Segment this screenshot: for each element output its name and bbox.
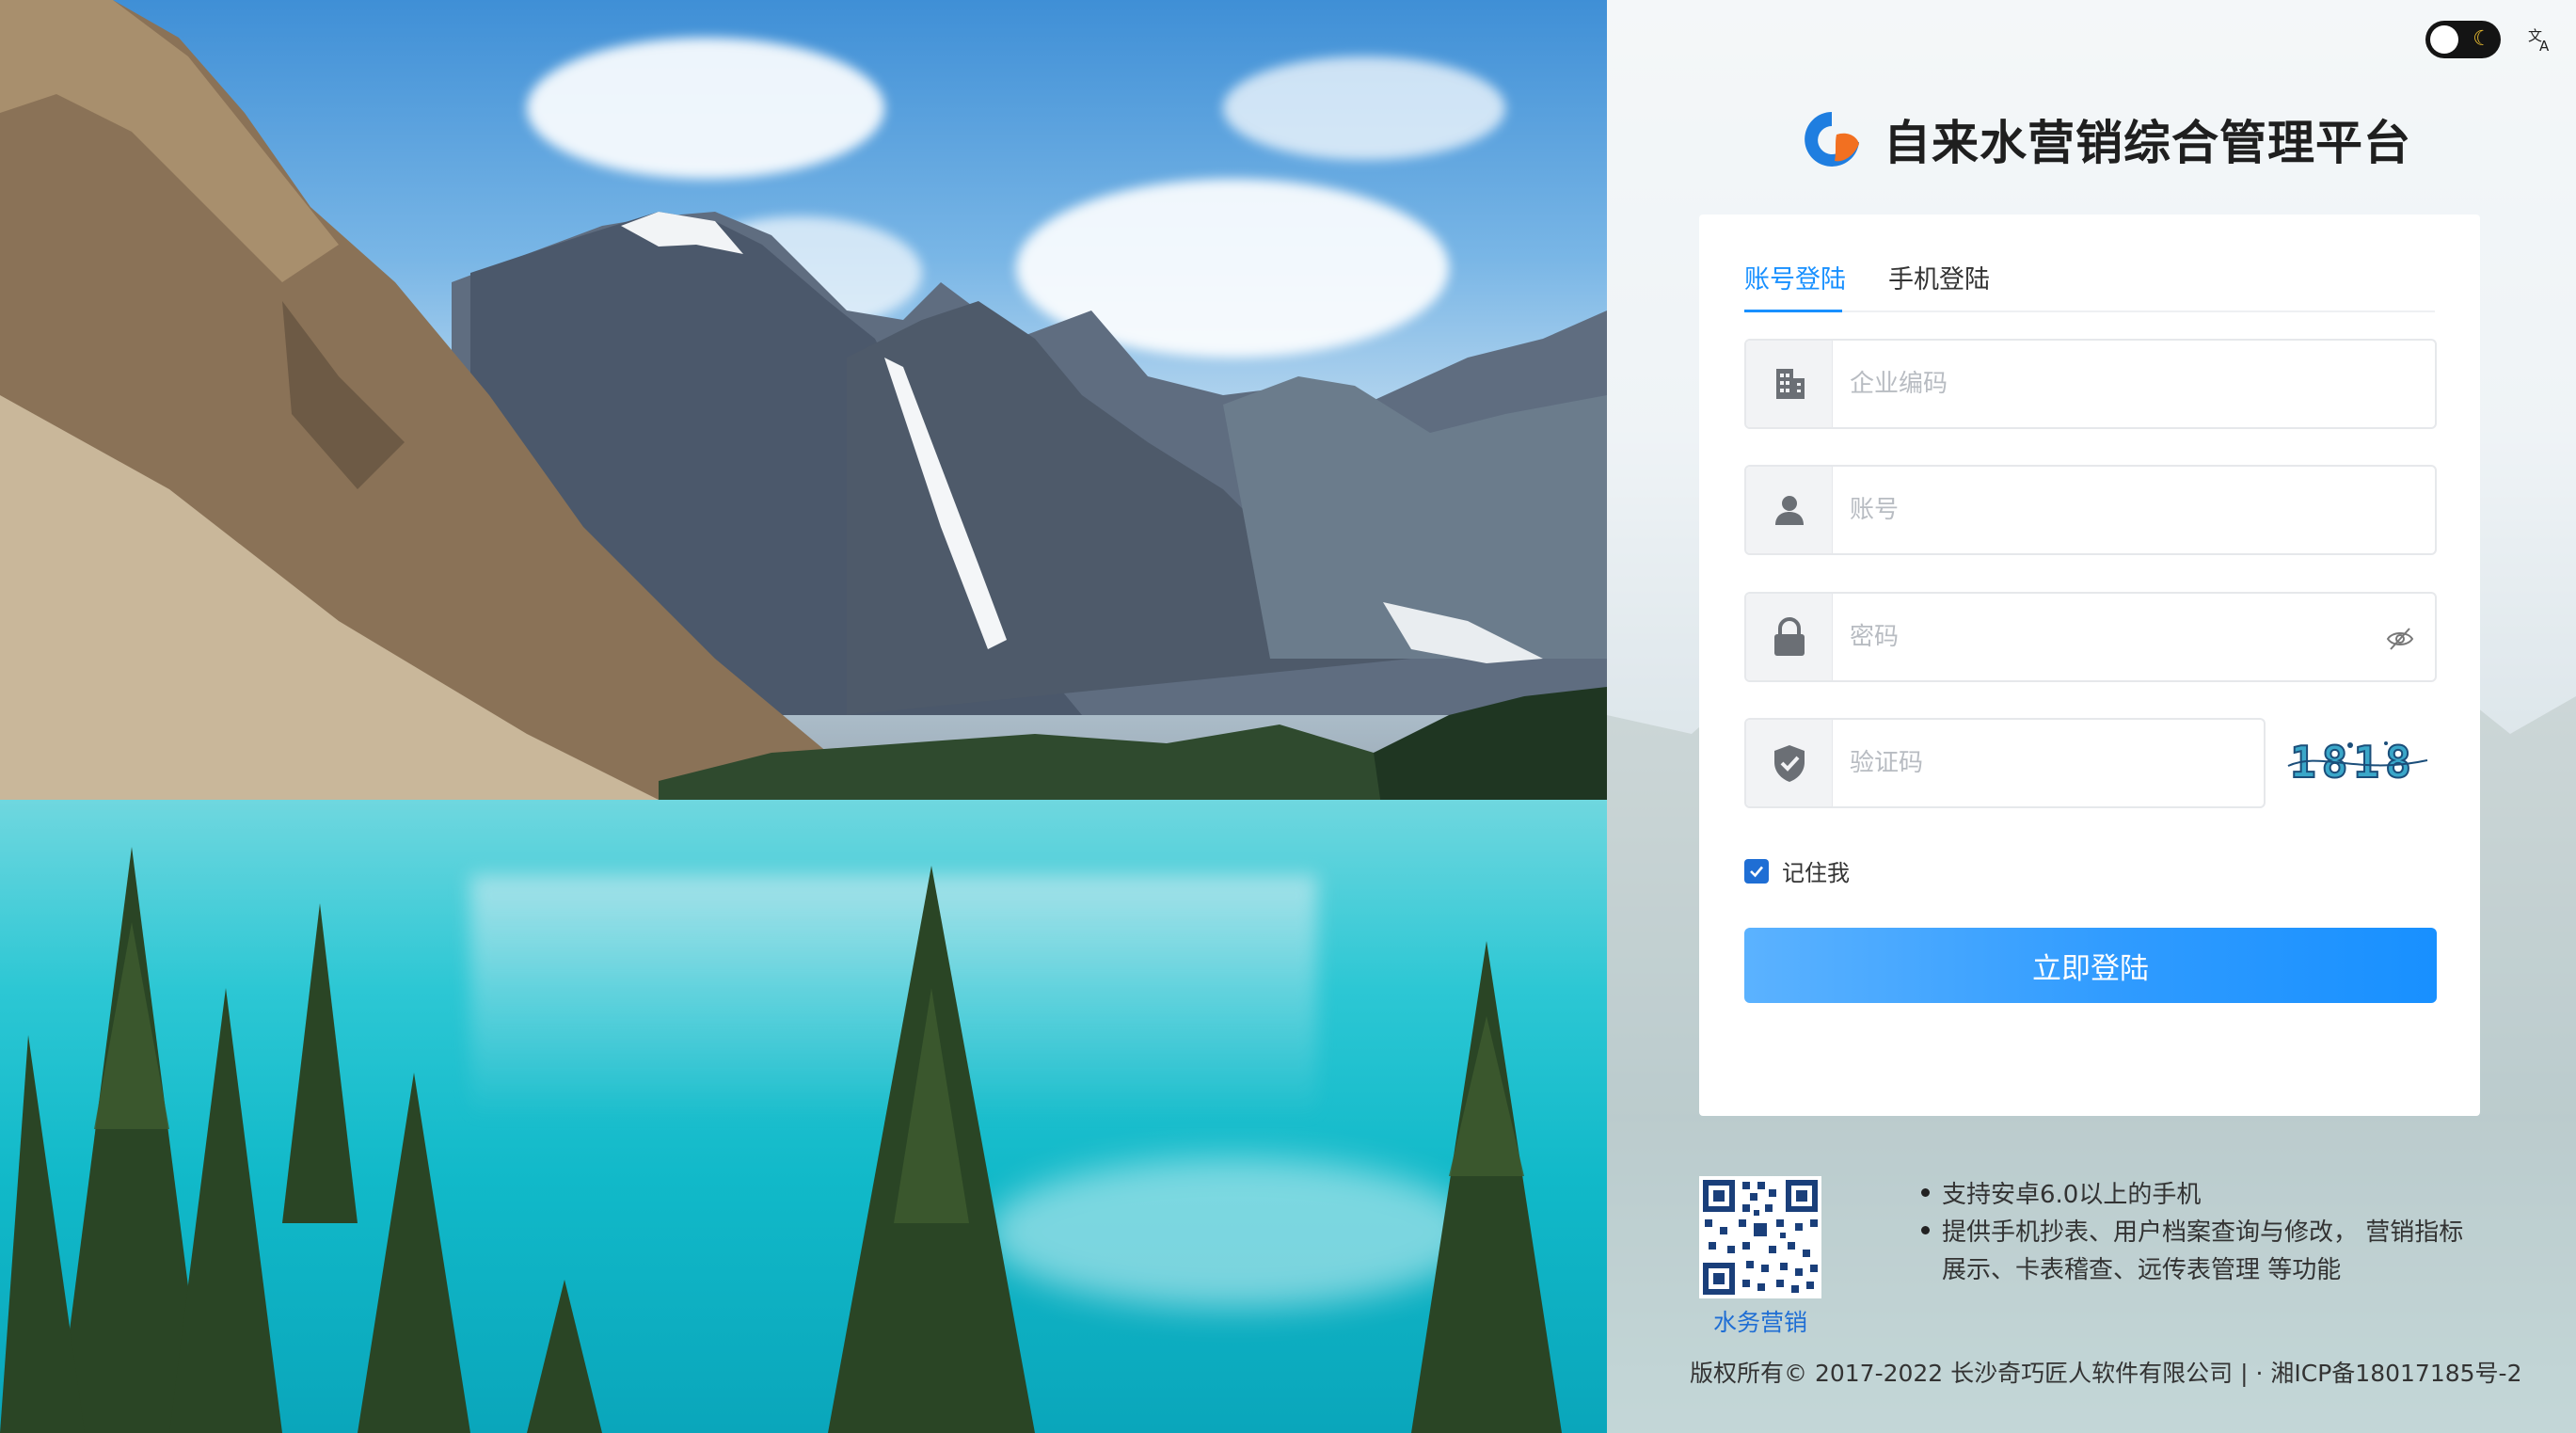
app-qr-code[interactable]: [1699, 1176, 1821, 1298]
tab-phone-login[interactable]: 手机登陆: [1888, 252, 1992, 312]
login-submit-button[interactable]: 立即登陆: [1744, 928, 2437, 1003]
user-icon: [1746, 467, 1833, 553]
captcha-image[interactable]: 1818: [2282, 723, 2433, 804]
copyright-text: 版权所有© 2017-2022 长沙奇巧匠人软件有限公司 | ·: [1690, 1360, 2264, 1387]
theme-toggle[interactable]: ☾: [2425, 21, 2501, 58]
feature-item: 提供手机抄表、用户档案查询与修改， 营销指标展示、卡表稽查、远传表管理 等功能: [1921, 1214, 2486, 1289]
password-input[interactable]: [1850, 594, 2377, 680]
icp-link[interactable]: 湘ICP备18017185号-2: [2270, 1360, 2521, 1387]
captcha-input[interactable]: [1850, 720, 2264, 806]
building-icon: [1746, 341, 1833, 427]
remember-label: 记住我: [1782, 860, 1850, 886]
remember-checkbox[interactable]: [1744, 858, 1769, 884]
login-tabs: 账号登陆 手机登陆: [1744, 252, 2435, 312]
remember-me[interactable]: 记住我: [1744, 854, 1850, 887]
app-feature-list: 支持安卓6.0以上的手机 提供手机抄表、用户档案查询与修改， 营销指标展示、卡表…: [1921, 1176, 2486, 1289]
toggle-knob: [2430, 25, 2458, 54]
login-card: 账号登陆 手机登陆 企业编码 账号 验证码 1818 记住我 立即登陆: [1699, 215, 2480, 1116]
translate-glyph: 文 A: [2528, 27, 2550, 55]
moon-icon: ☾: [2473, 27, 2491, 51]
footer-copyright: 版权所有© 2017-2022 长沙奇巧匠人软件有限公司 | · 湘ICP备18…: [1690, 1355, 2521, 1389]
qr-label: 水务营销: [1712, 1309, 1807, 1336]
svg-text:1818: 1818: [2290, 737, 2417, 788]
app-title: 自来水营销综合管理平台: [1884, 116, 2411, 170]
company-code-field: [1744, 339, 2437, 429]
brand-header: 自来水营销综合管理平台: [1799, 102, 2411, 177]
feature-item: 支持安卓6.0以上的手机: [1921, 1176, 2486, 1214]
captcha-field: [1744, 718, 2266, 808]
pine-trees: [0, 847, 1562, 1433]
check-icon: [1750, 866, 1763, 877]
company-code-input[interactable]: [1850, 341, 2377, 427]
translate-icon[interactable]: 文 A: [2523, 24, 2557, 56]
lock-icon: [1746, 594, 1833, 680]
tab-account-login[interactable]: 账号登陆: [1744, 252, 1846, 312]
account-field: [1744, 465, 2437, 555]
background-landscape-image: [0, 0, 1607, 1433]
eye-off-icon[interactable]: [2386, 626, 2414, 652]
shield-check-icon: [1746, 720, 1833, 806]
svg-text:A: A: [2539, 38, 2550, 53]
password-field: [1744, 592, 2437, 682]
company-logo-icon: [1805, 112, 1859, 167]
account-input[interactable]: [1850, 467, 2377, 553]
